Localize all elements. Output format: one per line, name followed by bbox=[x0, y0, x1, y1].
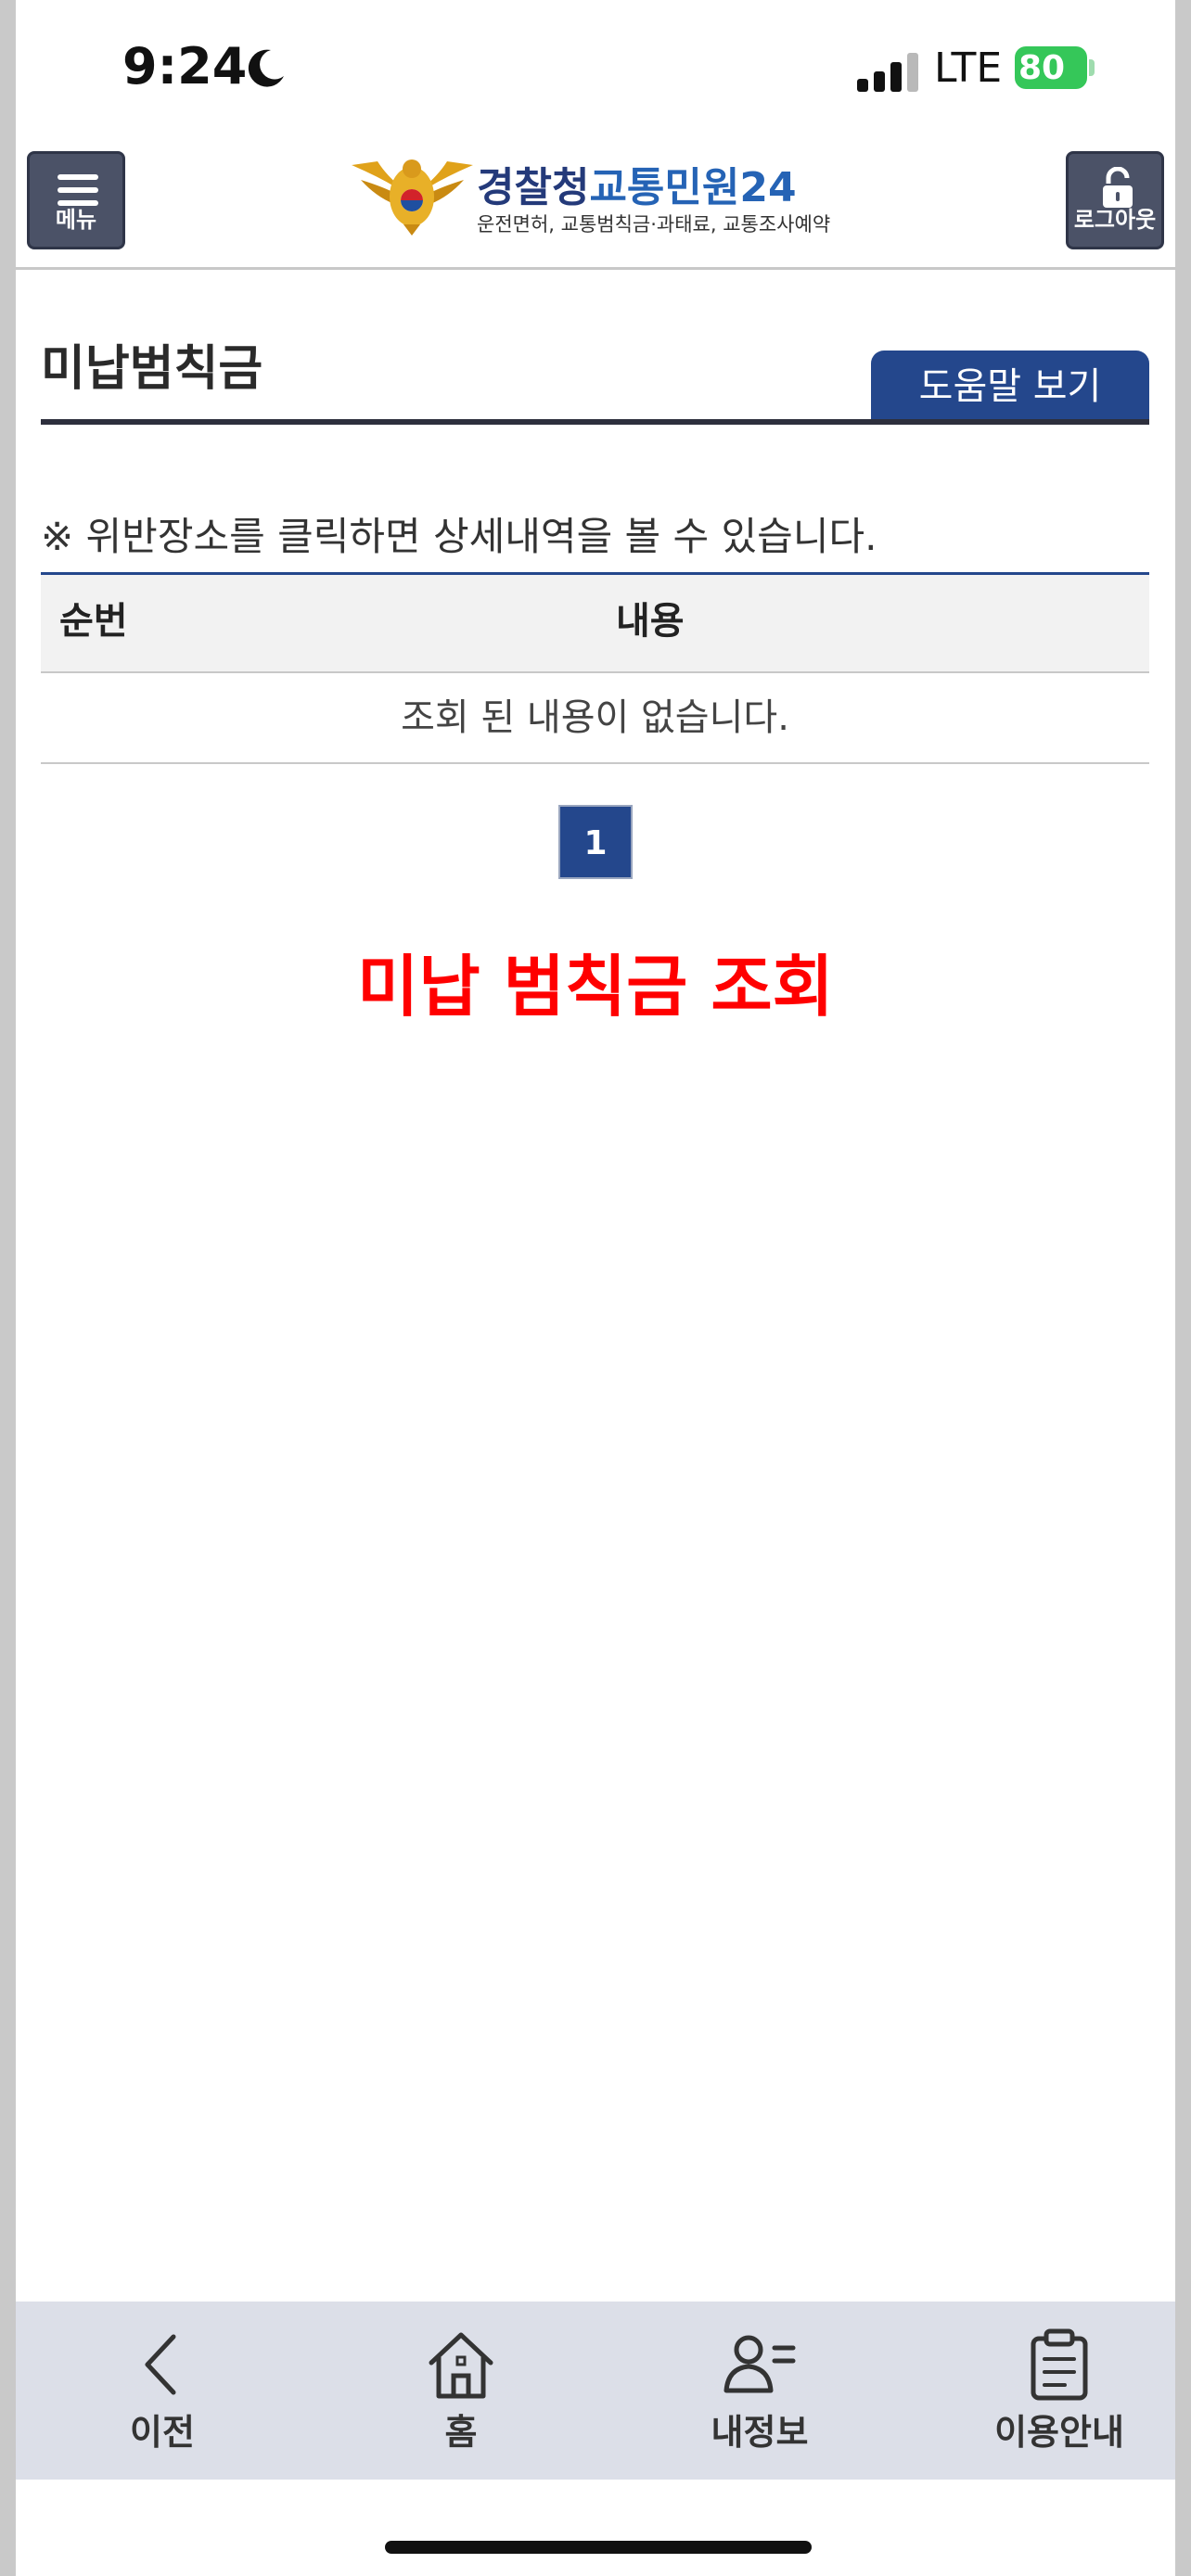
column-header-content: 내용 bbox=[616, 600, 685, 643]
brand-tagline: 운전면허, 교통범칙금·과태료, 교통조사예약 bbox=[477, 213, 831, 236]
nav-home[interactable]: 홈 bbox=[345, 2302, 577, 2480]
home-icon bbox=[429, 2332, 493, 2399]
logout-label: 로그아웃 bbox=[1073, 207, 1157, 233]
menu-button[interactable]: 메뉴 bbox=[27, 151, 125, 249]
user-info-icon bbox=[724, 2335, 796, 2393]
battery-icon: 80 bbox=[1015, 46, 1096, 89]
hamburger-icon bbox=[58, 174, 98, 206]
battery-percent: 80 bbox=[1018, 49, 1066, 87]
home-indicator[interactable] bbox=[385, 2541, 812, 2554]
network-type: LTE bbox=[934, 45, 1003, 92]
moon-icon bbox=[248, 49, 284, 87]
brand-sub: 교통민원24 bbox=[589, 164, 797, 211]
pagination-page-1[interactable]: 1 bbox=[558, 805, 633, 879]
nav-back-label: 이전 bbox=[130, 2412, 195, 2453]
app-header: 메뉴 경찰청교통민원24 운전면허, 교통범칙금·과태료, 교통조사예약 로그아… bbox=[16, 139, 1175, 270]
site-logo[interactable]: 경찰청교통민원24 운전면허, 교통범칙금·과태료, 교통조사예약 bbox=[350, 148, 855, 250]
help-button[interactable]: 도움말 보기 bbox=[871, 351, 1149, 423]
nav-guide-label: 이용안내 bbox=[994, 2412, 1124, 2453]
police-emblem-icon bbox=[352, 159, 473, 236]
menu-label: 메뉴 bbox=[55, 207, 97, 233]
title-divider bbox=[41, 419, 1149, 425]
page-title: 미납범칙금 bbox=[41, 341, 263, 397]
caption-text: 미납 범칙금 조회 bbox=[357, 948, 834, 1026]
nav-home-label: 홈 bbox=[444, 2412, 478, 2453]
fines-table: 순번 내용 조회 된 내용이 없습니다. bbox=[41, 572, 1149, 764]
bottom-navigation: 이전 홈 내정보 이용안내 bbox=[16, 2302, 1175, 2480]
phone-screen: 9:24 LTE 80 메뉴 경찰청교통민원24 운전면허, 교통범칙금·과태료… bbox=[16, 0, 1175, 2576]
chevron-left-icon bbox=[145, 2334, 176, 2395]
nav-my-info[interactable]: 내정보 bbox=[644, 2302, 876, 2480]
nav-my-info-label: 내정보 bbox=[711, 2412, 809, 2453]
nav-guide[interactable]: 이용안내 bbox=[943, 2302, 1175, 2480]
nav-back[interactable]: 이전 bbox=[46, 2302, 278, 2480]
table-empty-row: 조회 된 내용이 없습니다. bbox=[41, 673, 1149, 764]
column-header-number: 순번 bbox=[59, 600, 128, 643]
signal-icon bbox=[857, 53, 918, 92]
table-header: 순번 내용 bbox=[41, 572, 1149, 673]
logout-button[interactable]: 로그아웃 bbox=[1066, 151, 1164, 249]
status-bar: 9:24 LTE 80 bbox=[16, 0, 1175, 139]
notice-text: ※ 위반장소를 클릭하면 상세내역을 볼 수 있습니다. bbox=[41, 514, 877, 559]
brand-name: 경찰청교통민원24 bbox=[477, 154, 797, 213]
status-time: 9:24 bbox=[122, 37, 248, 96]
brand-main: 경찰청 bbox=[477, 164, 590, 211]
clipboard-icon bbox=[1031, 2328, 1088, 2401]
